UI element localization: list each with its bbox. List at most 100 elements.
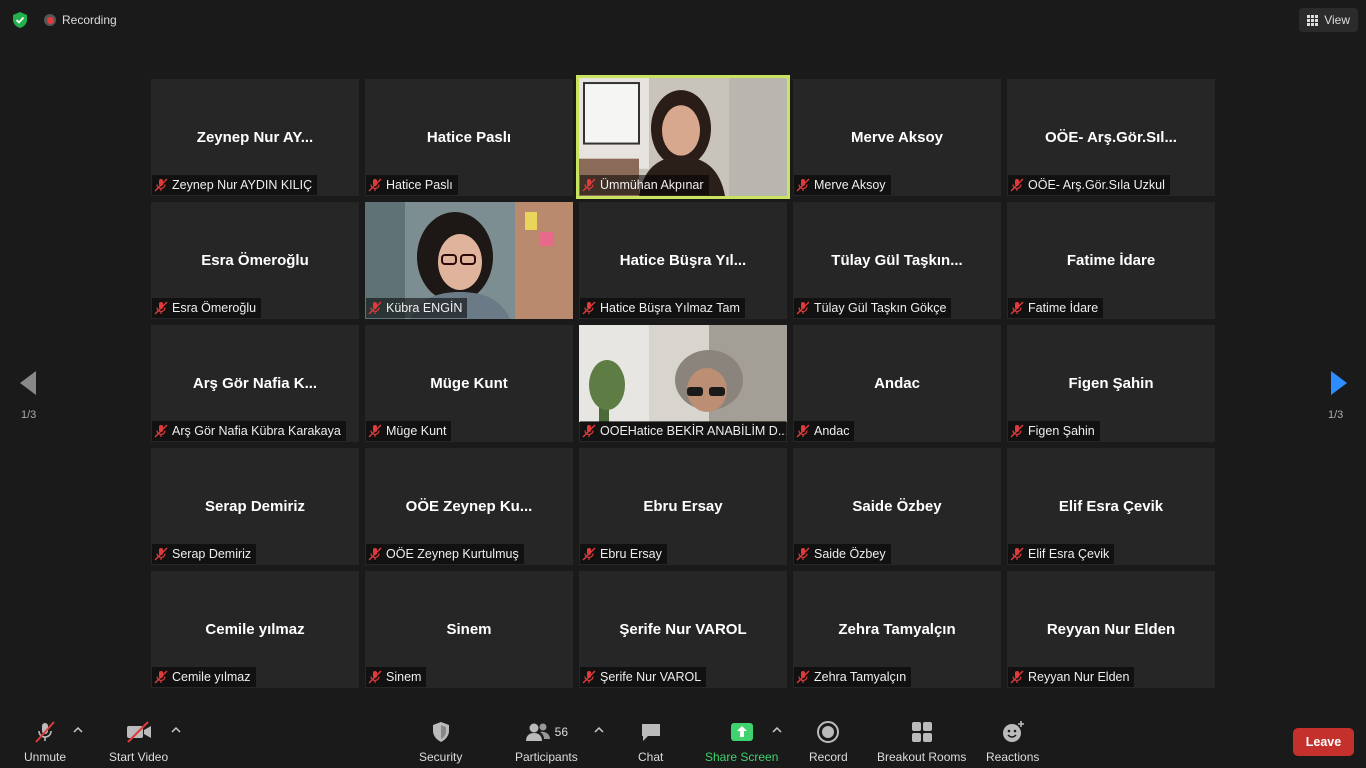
record-button[interactable]: Record bbox=[809, 720, 848, 764]
participant-display-name: Serap Demiriz bbox=[204, 498, 306, 515]
breakout-rooms-button[interactable]: Breakout Rooms bbox=[877, 720, 966, 764]
reactions-button[interactable]: Reactions bbox=[986, 720, 1039, 764]
participant-tile[interactable]: Saide Özbey Saide Özbey bbox=[793, 448, 1001, 565]
participant-display-name: Müge Kunt bbox=[430, 375, 508, 392]
participant-name-label: Elif Esra Çevik bbox=[1008, 544, 1115, 564]
participants-icon bbox=[525, 723, 550, 741]
participant-name: Arş Gör Nafia Kübra Karakaya bbox=[172, 424, 341, 438]
muted-mic-icon bbox=[1010, 301, 1024, 315]
encryption-shield-icon[interactable] bbox=[11, 11, 29, 29]
muted-mic-icon bbox=[1010, 424, 1024, 438]
participant-tile[interactable]: Fatime İdare Fatime İdare bbox=[1007, 202, 1215, 319]
participant-tile[interactable]: Sinem Sinem bbox=[365, 571, 573, 688]
participant-display-name: Şerife Nur VAROL bbox=[619, 621, 747, 638]
participant-display-name: Arş Gör Nafia K... bbox=[192, 375, 318, 392]
previous-page-arrow-icon[interactable] bbox=[18, 370, 38, 396]
muted-mic-icon bbox=[1010, 670, 1024, 684]
participant-name: Tülay Gül Taşkın Gökçe bbox=[814, 301, 947, 315]
participant-name: OÖE Zeynep Kurtulmuş bbox=[386, 547, 519, 561]
participant-name-label: Saide Özbey bbox=[794, 544, 891, 564]
participants-button[interactable]: 56 Participants bbox=[515, 720, 578, 764]
participant-name: Kübra ENGİN bbox=[386, 301, 463, 315]
reactions-label: Reactions bbox=[986, 750, 1040, 764]
participant-tile[interactable]: Kübra ENGİN bbox=[365, 202, 573, 319]
unmute-label: Unmute bbox=[24, 750, 67, 764]
participant-display-name: Zeynep Nur AY... bbox=[196, 129, 314, 146]
record-label: Record bbox=[809, 750, 848, 764]
participant-display-name: Hatice Paslı bbox=[426, 129, 512, 146]
participant-tile[interactable]: OOEHatice BEKİR ANABİLİM D... bbox=[579, 325, 787, 442]
participant-tile[interactable]: OÖE Zeynep Ku... OÖE Zeynep Kurtulmuş bbox=[365, 448, 573, 565]
participant-tile[interactable]: Müge Kunt Müge Kunt bbox=[365, 325, 573, 442]
security-button[interactable]: Security bbox=[419, 720, 462, 764]
participant-name-label: Fatime İdare bbox=[1008, 298, 1104, 318]
participant-name-label: Sinem bbox=[366, 667, 427, 687]
muted-mic-icon bbox=[582, 301, 596, 315]
participant-display-name: Esra Ömeroğlu bbox=[201, 252, 309, 269]
view-label: View bbox=[1324, 13, 1350, 27]
muted-mic-icon bbox=[368, 301, 382, 315]
participant-display-name: Hatice Büşra Yıl... bbox=[619, 252, 747, 269]
participant-name-label: Zeynep Nur AYDIN KILIÇ bbox=[152, 175, 318, 195]
participant-tile[interactable]: Ümmühan Akpınar bbox=[576, 75, 790, 199]
muted-mic-icon bbox=[368, 670, 382, 684]
participant-display-name: Tülay Gül Taşkın... bbox=[831, 252, 963, 269]
view-button[interactable]: View bbox=[1299, 8, 1358, 32]
participant-tile[interactable]: Arş Gör Nafia K... Arş Gör Nafia Kübra Ka… bbox=[151, 325, 359, 442]
participant-tile[interactable]: Reyyan Nur Elden Reyyan Nur Elden bbox=[1007, 571, 1215, 688]
shield-icon bbox=[430, 720, 452, 744]
meeting-toolbar: Unmute Start Video Security 56 Participa… bbox=[0, 708, 1366, 768]
muted-mic-icon bbox=[1010, 178, 1024, 192]
participant-name-label: Hatice Büşra Yılmaz Tam bbox=[580, 298, 745, 318]
participant-tile[interactable]: Esra Ömeroğlu Esra Ömeroğlu bbox=[151, 202, 359, 319]
share-options-chevron-icon[interactable] bbox=[772, 726, 782, 734]
leave-button[interactable]: Leave bbox=[1293, 728, 1354, 756]
chat-label: Chat bbox=[638, 750, 664, 764]
muted-mic-icon bbox=[154, 301, 168, 315]
participant-tile[interactable]: Zehra Tamyalçın Zehra Tamyalçın bbox=[793, 571, 1001, 688]
participant-tile[interactable]: Zeynep Nur AY... Zeynep Nur AYDIN KILIÇ bbox=[151, 79, 359, 196]
audio-options-chevron-icon[interactable] bbox=[73, 726, 83, 734]
video-options-chevron-icon[interactable] bbox=[171, 726, 181, 734]
participants-options-chevron-icon[interactable] bbox=[594, 726, 604, 734]
share-screen-button[interactable]: Share Screen bbox=[705, 720, 778, 764]
video-gallery: Zeynep Nur AY... Zeynep Nur AYDIN KILIÇ Ha… bbox=[151, 75, 1215, 688]
participant-name: Esra Ömeroğlu bbox=[172, 301, 257, 315]
participant-name-label: Arş Gör Nafia Kübra Karakaya bbox=[152, 421, 346, 441]
participant-name-label: Şerife Nur VAROL bbox=[580, 667, 707, 687]
participant-tile[interactable]: Şerife Nur VAROL Şerife Nur VAROL bbox=[579, 571, 787, 688]
participant-name: OOEHatice BEKİR ANABİLİM D... bbox=[600, 424, 786, 438]
participant-tile[interactable]: Merve Aksoy Merve Aksoy bbox=[793, 79, 1001, 196]
smiley-plus-icon bbox=[1001, 720, 1025, 744]
participant-tile[interactable]: Serap Demiriz Serap Demiriz bbox=[151, 448, 359, 565]
participant-name-label: Tülay Gül Taşkın Gökçe bbox=[794, 298, 952, 318]
participant-name: Zehra Tamyalçın bbox=[814, 670, 907, 684]
participant-tile[interactable]: OÖE- Arş.Gör.Sıl... OÖE- Arş.Gör.Sıla Uzk… bbox=[1007, 79, 1215, 196]
recording-indicator[interactable]: Recording bbox=[44, 13, 117, 27]
participant-tile[interactable]: Figen Şahin Figen Şahin bbox=[1007, 325, 1215, 442]
participant-name: Andac bbox=[814, 424, 850, 438]
participant-tile[interactable]: Cemile yılmaz Cemile yılmaz bbox=[151, 571, 359, 688]
participant-name-label: Kübra ENGİN bbox=[366, 298, 468, 318]
top-bar: Recording View bbox=[0, 0, 1366, 40]
start-video-button[interactable]: Start Video bbox=[109, 720, 168, 764]
participant-tile[interactable]: Tülay Gül Taşkın... Tülay Gül Taşkın Gökç… bbox=[793, 202, 1001, 319]
participant-name-label: OOEHatice BEKİR ANABİLİM D... bbox=[580, 421, 786, 441]
participant-display-name: OÖE Zeynep Ku... bbox=[405, 498, 533, 515]
participant-name: Fatime İdare bbox=[1028, 301, 1099, 315]
muted-mic-icon bbox=[796, 670, 810, 684]
muted-mic-icon bbox=[582, 424, 596, 438]
participant-tile[interactable]: Hatice Paslı Hatice Paslı bbox=[365, 79, 573, 196]
recording-icon bbox=[44, 14, 56, 26]
participant-tile[interactable]: Andac Andac bbox=[793, 325, 1001, 442]
participant-tile[interactable]: Elif Esra Çevik Elif Esra Çevik bbox=[1007, 448, 1215, 565]
share-screen-icon bbox=[730, 720, 754, 744]
next-page-arrow-icon[interactable] bbox=[1329, 370, 1349, 396]
participant-tile[interactable]: Hatice Büşra Yıl... Hatice Büşra Yılmaz T… bbox=[579, 202, 787, 319]
participant-name-label: Reyyan Nur Elden bbox=[1008, 667, 1135, 687]
participant-tile[interactable]: Ebru Ersay Ebru Ersay bbox=[579, 448, 787, 565]
breakout-rooms-label: Breakout Rooms bbox=[877, 750, 967, 764]
participant-display-name: Cemile yılmaz bbox=[205, 621, 305, 638]
unmute-button[interactable]: Unmute bbox=[24, 720, 66, 764]
chat-button[interactable]: Chat bbox=[638, 720, 663, 764]
